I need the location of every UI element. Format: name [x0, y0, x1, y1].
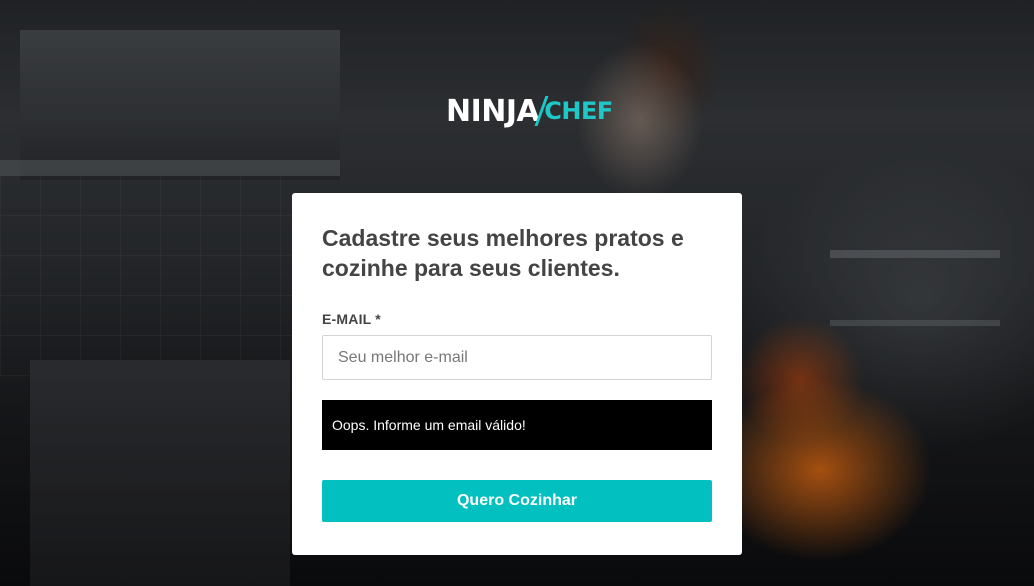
ninjachef-logo: NINJA CHEF [446, 88, 613, 134]
submit-button[interactable]: Quero Cozinhar [322, 480, 712, 522]
error-message: Oops. Informe um email válido! [322, 400, 712, 450]
logo-chef-text: CHEF [544, 97, 613, 125]
logo-ninja-text: NINJA [446, 93, 540, 129]
email-label: E-MAIL * [322, 311, 381, 327]
signup-headline: Cadastre seus melhores pratos e cozinhe … [322, 225, 684, 281]
signup-card: Cadastre seus melhores pratos e cozinhe … [292, 193, 742, 555]
email-input[interactable] [322, 335, 712, 380]
error-message-text: Oops. Informe um email válido! [332, 417, 526, 433]
